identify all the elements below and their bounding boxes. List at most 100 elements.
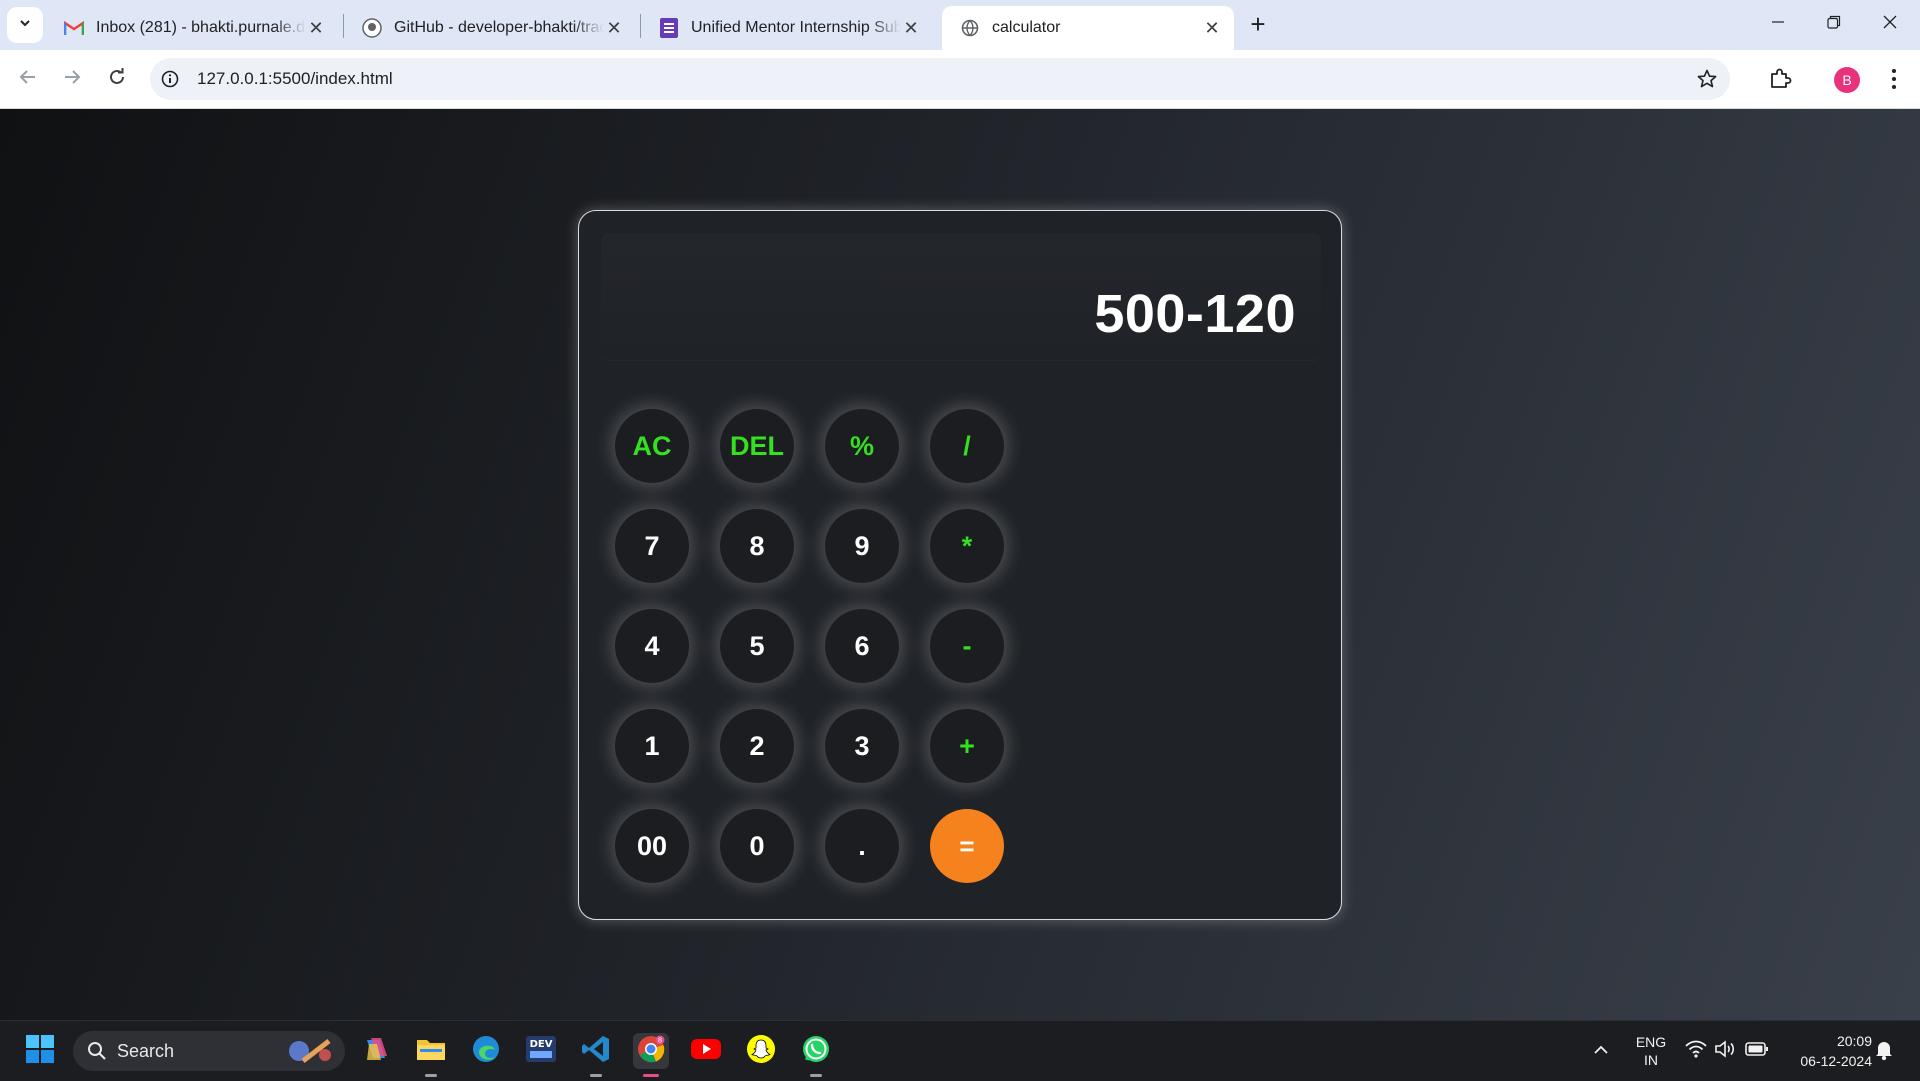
wifi-icon[interactable] [1684,1039,1708,1064]
close-icon[interactable]: ✕ [604,18,624,38]
whatsapp-icon [801,1034,831,1069]
back-button[interactable] [13,64,43,94]
search-icon [87,1041,107,1066]
edge-app[interactable] [468,1033,504,1069]
gmail-icon [64,18,84,38]
devhome-app[interactable]: DEV [523,1033,559,1069]
key-5[interactable]: 5 [720,609,794,683]
close-icon[interactable]: ✕ [306,18,326,38]
tab-title: calculator [992,19,1061,36]
key-equals[interactable]: = [930,809,1004,883]
search-placeholder: Search [117,1041,175,1061]
key-percent[interactable]: % [825,409,899,483]
key-4[interactable]: 4 [615,609,689,683]
close-icon[interactable]: ✕ [901,18,921,38]
chrome-app[interactable]: 8 [633,1033,669,1077]
extensions-puzzle-icon[interactable] [1767,66,1793,92]
display-value: 500-120 [1094,284,1296,344]
address-bar[interactable]: 127.0.0.1:5500/index.html [150,58,1730,100]
window-close-button[interactable] [1862,0,1918,48]
snapchat-app[interactable] [743,1033,779,1069]
tab-gmail[interactable]: Inbox (281) - bhakti.purnale.dev ✕ [46,6,338,50]
chevron-down-icon [18,16,32,35]
taskbar: Search DEV 8 ENG IN 20:09 06-12-2024 [0,1020,1920,1081]
key-dot[interactable]: . [825,809,899,883]
key-del[interactable]: DEL [720,409,794,483]
running-indicator [425,1074,437,1077]
tab-unified-mentor[interactable]: Unified Mentor Internship Subm ✕ [641,6,933,50]
minimize-button[interactable] [1750,0,1806,48]
key-7[interactable]: 7 [615,509,689,583]
chrome-badge: 8 [658,1036,662,1044]
tab-github[interactable]: GitHub - developer-bhakti/track ✕ [344,6,636,50]
key-multiply[interactable]: * [930,509,1004,583]
running-indicator [590,1074,602,1077]
youtube-icon [690,1037,722,1066]
profile-avatar[interactable]: B [1834,67,1860,93]
notification-bell-icon[interactable] [1874,1039,1894,1066]
key-00[interactable]: 00 [615,809,689,883]
taskbar-search[interactable]: Search [73,1031,345,1071]
svg-text:DEV: DEV [530,1039,553,1050]
clock-date: 06-12-2024 [1800,1053,1872,1069]
battery-icon[interactable] [1745,1041,1769,1062]
site-info-icon[interactable] [160,69,180,89]
tab-strip: Inbox (281) - bhakti.purnale.dev ✕ GitHu… [0,0,1920,50]
arrow-left-icon [18,67,38,92]
close-icon [1883,15,1897,34]
forward-button[interactable] [57,64,87,94]
volume-icon[interactable] [1714,1039,1738,1064]
more-menu-icon[interactable] [1884,66,1904,92]
copilot-app[interactable] [358,1033,394,1069]
snapchat-icon [746,1034,776,1069]
active-indicator [643,1074,659,1077]
restore-icon [1827,15,1841,34]
close-icon[interactable]: ✕ [1202,18,1222,38]
page-content: 500-120 AC DEL % / 7 8 9 * 4 5 6 - 1 2 3… [0,109,1920,1020]
language-region: IN [1644,1052,1658,1068]
reload-icon [107,67,127,92]
tab-title: Inbox (281) - bhakti.purnale.dev [96,19,306,36]
arrow-right-icon [62,67,82,92]
tab-title: GitHub - developer-bhakti/track [394,19,604,36]
key-3[interactable]: 3 [825,709,899,783]
youtube-app[interactable] [688,1033,724,1069]
key-1[interactable]: 1 [615,709,689,783]
dev-home-icon: DEV [525,1034,557,1069]
key-2[interactable]: 2 [720,709,794,783]
bookmark-star-icon[interactable] [1696,68,1718,90]
running-indicator [810,1074,822,1077]
language-indicator[interactable]: ENG IN [1628,1033,1674,1069]
folder-icon [416,1036,446,1067]
new-tab-button[interactable]: + [1243,10,1273,40]
key-plus[interactable]: + [930,709,1004,783]
chevron-up-icon[interactable] [1592,1041,1610,1064]
key-0[interactable]: 0 [720,809,794,883]
restore-button[interactable] [1806,0,1862,48]
chrome-icon: 8 [636,1034,666,1069]
globe-icon [960,18,980,38]
key-8[interactable]: 8 [720,509,794,583]
file-explorer-app[interactable] [413,1033,449,1077]
language-code: ENG [1635,1034,1667,1050]
reload-button[interactable] [102,64,132,94]
clock[interactable]: 20:09 06-12-2024 [1782,1031,1872,1071]
whatsapp-app[interactable] [798,1033,834,1077]
tab-title: Unified Mentor Internship Subm [691,19,901,36]
key-minus[interactable]: - [930,609,1004,683]
windows-start-button[interactable] [22,1033,58,1069]
tab-search-button[interactable] [7,7,43,43]
browser-toolbar: 127.0.0.1:5500/index.html B [0,50,1920,109]
key-6[interactable]: 6 [825,609,899,683]
clock-time: 20:09 [1836,1033,1872,1049]
copilot-icon [361,1034,391,1069]
github-icon [362,18,382,38]
tab-calculator[interactable]: calculator ✕ [942,6,1234,50]
edge-icon [471,1034,501,1069]
key-9[interactable]: 9 [825,509,899,583]
url-text: 127.0.0.1:5500/index.html [197,69,393,88]
key-ac[interactable]: AC [615,409,689,483]
vscode-app[interactable] [578,1033,614,1077]
search-highlight-icon [285,1037,339,1070]
key-divide[interactable]: / [930,409,1004,483]
